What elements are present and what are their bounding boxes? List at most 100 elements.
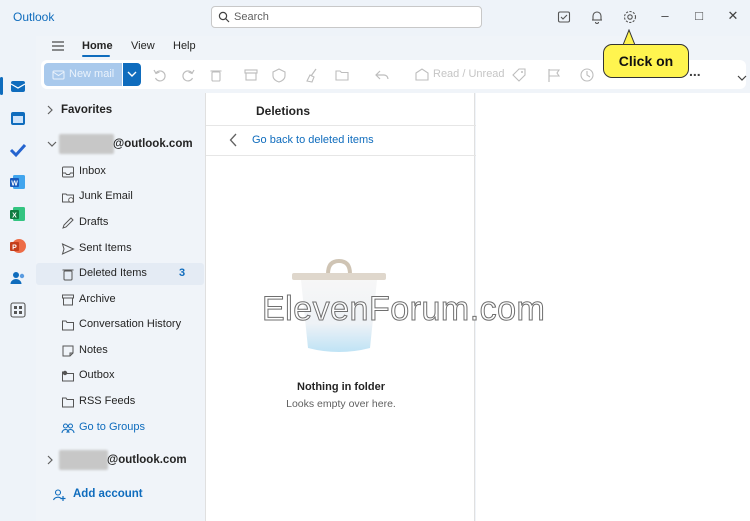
folder-rss-feeds[interactable]: RSS Feeds xyxy=(36,391,204,413)
close-button[interactable]: ✕ xyxy=(725,8,741,24)
account-header-2[interactable]: @outlook.com xyxy=(36,450,204,472)
back-to-deleted-items-link[interactable]: Go back to deleted items xyxy=(252,134,374,146)
flag-icon[interactable] xyxy=(546,67,562,83)
search-input[interactable]: Search xyxy=(234,11,269,23)
archive-icon[interactable] xyxy=(243,67,259,83)
hamburger-icon[interactable] xyxy=(51,40,65,52)
folder-label: Archive xyxy=(79,293,116,305)
sweep-icon[interactable] xyxy=(304,67,320,83)
excel-app-icon[interactable]: X xyxy=(9,205,27,223)
folder-notes[interactable]: Notes xyxy=(36,340,204,362)
search-icon xyxy=(218,11,230,23)
unread-count-badge: 3 xyxy=(179,267,186,279)
send-icon xyxy=(61,243,75,255)
divider xyxy=(206,155,476,156)
reply-icon[interactable] xyxy=(374,67,390,83)
calendar-app-icon[interactable] xyxy=(9,109,27,127)
app-rail: W X P xyxy=(0,36,36,521)
go-to-groups-link[interactable]: Go to Groups xyxy=(36,417,204,439)
list-title: Deletions xyxy=(256,104,311,118)
add-account-label: Add account xyxy=(73,488,143,500)
account-header-1[interactable]: @outlook.com xyxy=(36,134,204,156)
folder-label: Notes xyxy=(79,344,108,356)
todo-app-icon[interactable] xyxy=(9,141,27,159)
add-person-icon xyxy=(52,489,66,501)
groups-icon xyxy=(61,423,75,434)
svg-text:P: P xyxy=(12,245,17,252)
folder-outbox[interactable]: Outbox xyxy=(36,365,204,387)
new-mail-button[interactable]: New mail xyxy=(44,63,122,86)
folder-icon xyxy=(62,320,74,331)
more-apps-icon[interactable] xyxy=(9,301,27,319)
minimize-button[interactable]: – xyxy=(657,8,673,24)
tag-icon[interactable] xyxy=(511,67,527,83)
inbox-icon xyxy=(62,166,74,178)
bell-icon[interactable] xyxy=(589,9,605,25)
folder-deleted-items[interactable]: Deleted Items 3 xyxy=(36,263,204,285)
tab-active-indicator xyxy=(82,55,110,57)
move-to-icon[interactable] xyxy=(334,67,350,83)
new-mail-label: New mail xyxy=(69,68,115,80)
report-icon[interactable] xyxy=(271,67,287,83)
folder-conversation-history[interactable]: Conversation History xyxy=(36,314,204,336)
folder-label: Junk Email xyxy=(79,190,133,202)
folder-icon xyxy=(62,397,74,408)
settings-gear-icon[interactable] xyxy=(622,9,638,25)
powerpoint-app-icon[interactable]: P xyxy=(9,237,27,255)
redo-icon[interactable] xyxy=(180,67,196,83)
chevron-right-icon xyxy=(47,105,53,115)
folder-pane: Favorites @outlook.com Inbox Junk Email … xyxy=(36,93,204,521)
folder-archive[interactable]: Archive xyxy=(36,289,204,311)
delete-icon[interactable] xyxy=(208,67,224,83)
junk-icon xyxy=(62,193,74,203)
add-account-button[interactable]: Add account xyxy=(36,484,204,506)
folder-label: Inbox xyxy=(79,165,106,177)
people-app-icon[interactable] xyxy=(9,269,27,287)
redacted-email-name xyxy=(59,134,114,154)
app-title: Outlook xyxy=(13,10,55,24)
folder-label: Sent Items xyxy=(79,242,132,254)
folder-drafts[interactable]: Drafts xyxy=(36,212,204,234)
tab-home[interactable]: Home xyxy=(82,40,113,52)
folder-label: Go to Groups xyxy=(79,421,146,433)
folder-label: RSS Feeds xyxy=(79,395,136,407)
mail-app-icon[interactable] xyxy=(9,77,27,95)
folder-label: Outbox xyxy=(79,369,115,381)
more-options-button[interactable]: ... xyxy=(689,63,701,79)
my-day-icon[interactable] xyxy=(556,9,572,25)
new-mail-dropdown[interactable] xyxy=(123,63,141,86)
folder-junk-email[interactable]: Junk Email xyxy=(36,186,204,208)
svg-text:W: W xyxy=(11,181,18,188)
archive-icon xyxy=(62,294,74,306)
new-mail-icon xyxy=(52,70,65,80)
snooze-icon[interactable] xyxy=(579,67,595,83)
outbox-icon xyxy=(62,370,74,382)
empty-state-subtitle: Looks empty over here. xyxy=(286,398,396,410)
favorites-label: Favorites xyxy=(61,104,113,116)
watermark: ElevenForum.com xyxy=(261,290,546,329)
read-unread-icon[interactable] xyxy=(414,67,430,83)
maximize-button[interactable]: □ xyxy=(691,8,707,24)
tab-view[interactable]: View xyxy=(131,40,155,52)
word-app-icon[interactable]: W xyxy=(9,173,27,191)
divider xyxy=(206,125,476,126)
folder-label: Deleted Items xyxy=(79,267,147,279)
favorites-header[interactable]: Favorites xyxy=(36,100,204,122)
chevron-right-icon xyxy=(47,455,53,465)
folder-inbox[interactable]: Inbox xyxy=(36,161,204,183)
undo-icon[interactable] xyxy=(152,67,168,83)
account-email-1: @outlook.com xyxy=(113,138,193,150)
folder-sent-items[interactable]: Sent Items xyxy=(36,238,204,260)
chevron-down-icon xyxy=(47,141,57,147)
ribbon-expand-icon[interactable] xyxy=(737,75,747,82)
folder-label: Drafts xyxy=(79,216,109,228)
chevron-down-icon xyxy=(127,71,137,77)
search-box[interactable]: Search xyxy=(211,6,482,28)
trash-icon xyxy=(62,269,74,281)
read-unread-label[interactable]: Read / Unread xyxy=(433,68,505,80)
note-icon xyxy=(62,345,74,357)
account-email-2: @outlook.com xyxy=(107,454,187,466)
tab-help[interactable]: Help xyxy=(173,40,196,52)
pencil-icon xyxy=(62,217,74,229)
back-chevron-icon[interactable] xyxy=(229,133,238,147)
